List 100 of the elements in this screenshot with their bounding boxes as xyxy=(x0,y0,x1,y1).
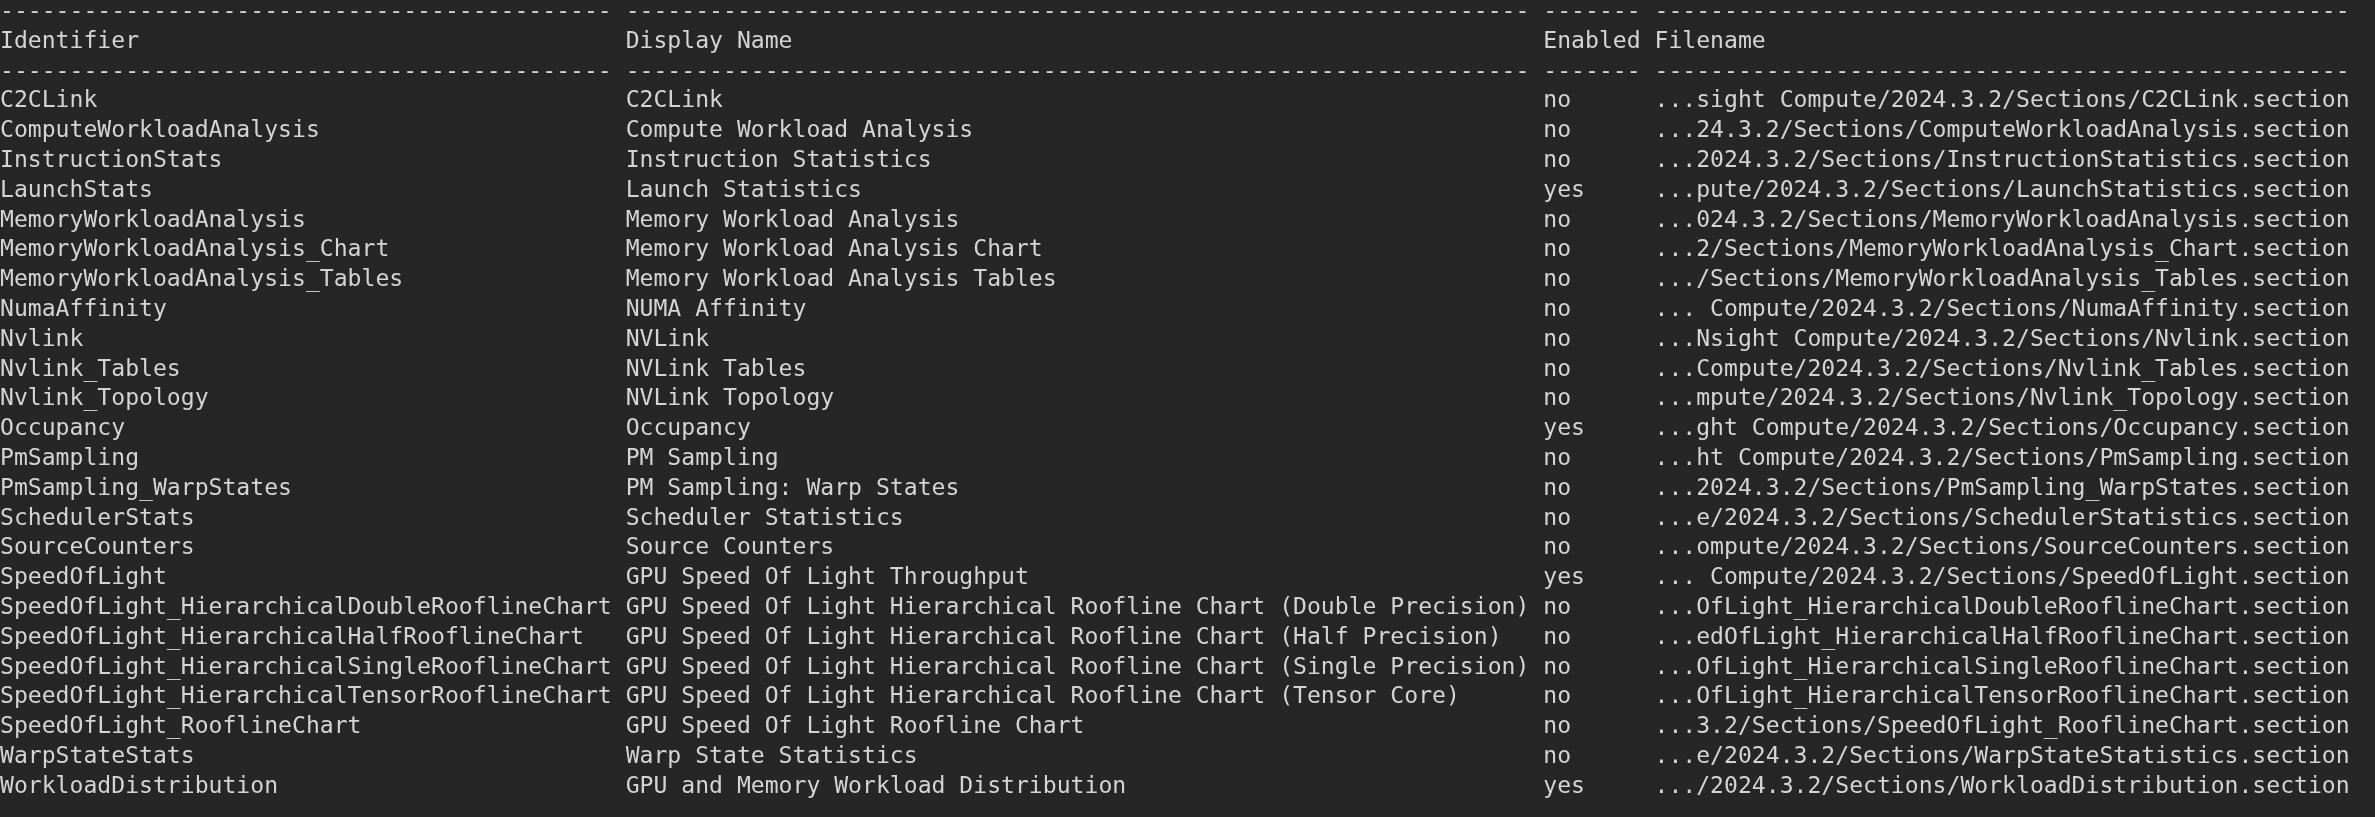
table-cell: SpeedOfLight_HierarchicalSingleRooflineChart xyxy=(0,652,612,679)
table-cell: Nvlink_Topology xyxy=(0,384,209,411)
table-cell: ...e/2024.3.2/Sections/SchedulerStatistics.section xyxy=(1654,503,2350,530)
dashed-rule: -------------------------------------------- xyxy=(0,0,612,23)
table-cell: PM Sampling: Warp States xyxy=(625,473,960,500)
table-cell: yes xyxy=(1543,414,1585,441)
table-cell: ...OfLight_HierarchicalSingleRooflineChart.section xyxy=(1654,652,2350,679)
table-cell: ...sight Compute/2024.3.2/Sections/C2CLink.section xyxy=(1654,86,2350,113)
table-cell: NumaAffinity xyxy=(0,294,167,321)
table-cell: GPU Speed Of Light Hierarchical Roofline Chart (Tensor Core) xyxy=(625,682,1460,709)
table-cell: LaunchStats xyxy=(0,175,153,202)
table-cell: Compute Workload Analysis xyxy=(625,116,974,143)
table-cell: ...e/2024.3.2/Sections/WarpStateStatistics.section xyxy=(1654,741,2350,768)
dashed-rule: ------- xyxy=(1543,56,1641,83)
column-header: Enabled xyxy=(1543,26,1641,53)
table-cell: Memory Workload Analysis Chart xyxy=(625,235,1043,262)
table-cell: ...edOfLight_HierarchicalHalfRooflineChart.section xyxy=(1654,622,2350,649)
table-cell: ... Compute/2024.3.2/Sections/NumaAffinity.section xyxy=(1654,294,2350,321)
table-cell: no xyxy=(1543,533,1572,560)
table-cell: no xyxy=(1543,741,1572,768)
table-cell: Source Counters xyxy=(625,533,835,560)
table-cell: yes xyxy=(1543,771,1585,798)
table-cell: no xyxy=(1543,205,1572,232)
table-cell: PmSampling xyxy=(0,443,140,470)
table-cell: ...Compute/2024.3.2/Sections/Nvlink_Tables.section xyxy=(1654,354,2350,381)
table-cell: .../Sections/MemoryWorkloadAnalysis_Tables.section xyxy=(1654,265,2350,292)
table-cell: no xyxy=(1543,473,1572,500)
table-cell: Nvlink_Tables xyxy=(0,354,181,381)
table-cell: Memory Workload Analysis Tables xyxy=(625,265,1057,292)
table-cell: no xyxy=(1543,712,1572,739)
table-cell: no xyxy=(1543,146,1572,172)
table-cell: SourceCounters xyxy=(0,533,195,560)
table-cell: no xyxy=(1543,592,1572,619)
table-cell: Scheduler Statistics xyxy=(625,503,904,530)
table-cell: yes xyxy=(1543,175,1585,202)
table-cell: yes xyxy=(1543,563,1585,590)
table-cell: GPU and Memory Workload Distribution xyxy=(625,771,1127,798)
table-cell: WorkloadDistribution xyxy=(0,771,279,798)
column-header: Filename xyxy=(1654,26,1766,53)
table-cell: no xyxy=(1543,235,1572,262)
table-cell: SpeedOfLight_HierarchicalHalfRooflineChart xyxy=(0,622,584,649)
table-cell: no xyxy=(1543,294,1572,321)
table-cell: ...ght Compute/2024.3.2/Sections/Occupancy.section xyxy=(1654,414,2350,441)
table-cell: ...ompute/2024.3.2/Sections/SourceCounters.section xyxy=(1654,533,2350,560)
table-cell: ...OfLight_HierarchicalTensorRooflineChart.section xyxy=(1654,682,2350,709)
table-cell: no xyxy=(1543,443,1572,470)
table-cell: .../2024.3.2/Sections/WorkloadDistribution.section xyxy=(1654,771,2350,798)
table-cell: no xyxy=(1543,354,1572,381)
table-cell: NVLink Topology xyxy=(625,384,835,411)
table-cell: GPU Speed Of Light Throughput xyxy=(625,563,1029,590)
table-cell: WarpStateStats xyxy=(0,741,195,768)
column-header: Display Name xyxy=(625,26,793,53)
dashed-rule: ----------------------------------------------------------------- xyxy=(625,56,1530,83)
table-cell: C2CLink xyxy=(625,86,723,113)
table-cell: NVLink xyxy=(625,324,710,351)
table-cell: GPU Speed Of Light Hierarchical Roofline Chart (Half Precision) xyxy=(625,622,1502,649)
table-cell: no xyxy=(1543,503,1572,530)
table-cell: InstructionStats xyxy=(0,146,223,172)
table-cell: Memory Workload Analysis xyxy=(625,205,960,232)
table-cell: Occupancy xyxy=(0,414,126,441)
table-cell: no xyxy=(1543,384,1572,411)
table-cell: ... Compute/2024.3.2/Sections/SpeedOfLight.section xyxy=(1654,563,2350,590)
dashed-rule: ----------------------------------------------------------------- xyxy=(625,0,1530,23)
table-cell: ...mpute/2024.3.2/Sections/Nvlink_Topology.section xyxy=(1654,384,2350,411)
dashed-rule: -------------------------------------------------- xyxy=(1654,56,2350,83)
table-cell: ...Nsight Compute/2024.3.2/Sections/Nvlink.section xyxy=(1654,324,2350,351)
table-cell: ...2024.3.2/Sections/InstructionStatistics.section xyxy=(1654,146,2350,172)
table-cell: no xyxy=(1543,86,1572,113)
dashed-rule: -------------------------------------------------- xyxy=(1654,0,2350,23)
table-cell: GPU Speed Of Light Roofline Chart xyxy=(625,712,1085,739)
table-cell: no xyxy=(1543,265,1572,292)
table-cell: MemoryWorkloadAnalysis xyxy=(0,205,306,232)
table-cell: SpeedOfLight_HierarchicalTensorRooflineChart xyxy=(0,682,612,709)
table-cell: MemoryWorkloadAnalysis_Tables xyxy=(0,265,404,292)
table-cell: Occupancy xyxy=(625,414,751,441)
table-cell: PmSampling_WarpStates xyxy=(0,473,292,500)
table-cell: no xyxy=(1543,116,1572,143)
table-cell: SpeedOfLight xyxy=(0,563,167,590)
table-cell: Launch Statistics xyxy=(625,175,863,202)
table-cell: ...3.2/Sections/SpeedOfLight_RooflineChart.section xyxy=(1654,712,2350,739)
table-cell: NUMA Affinity xyxy=(625,294,807,321)
table-cell: ...ht Compute/2024.3.2/Sections/PmSampling.section xyxy=(1654,443,2350,470)
table-cell: ...pute/2024.3.2/Sections/LaunchStatistics.section xyxy=(1654,175,2350,202)
table-cell: ...2/Sections/MemoryWorkloadAnalysis_Chart.section xyxy=(1654,235,2350,262)
dashed-rule: -------------------------------------------- xyxy=(0,56,612,83)
table-cell: no xyxy=(1543,682,1572,709)
table-cell: MemoryWorkloadAnalysis_Chart xyxy=(0,235,390,262)
table-cell: ComputeWorkloadAnalysis xyxy=(0,116,320,143)
table-cell: Nvlink xyxy=(0,324,84,351)
table-cell: C2CLink xyxy=(0,86,98,113)
table-cell: no xyxy=(1543,622,1572,649)
table-cell: no xyxy=(1543,652,1572,679)
table-cell: ...024.3.2/Sections/MemoryWorkloadAnalysis.section xyxy=(1654,205,2350,232)
table-cell: Warp State Statistics xyxy=(625,741,918,768)
table-cell: GPU Speed Of Light Hierarchical Roofline Chart (Double Precision) xyxy=(625,592,1530,619)
table-cell: SpeedOfLight_RooflineChart xyxy=(0,712,362,739)
table-cell: ...OfLight_HierarchicalDoubleRooflineChart.section xyxy=(1654,592,2350,619)
table-cell: PM Sampling xyxy=(625,443,779,470)
table-cell: Instruction Statistics xyxy=(625,146,932,172)
table-cell: no xyxy=(1543,324,1572,351)
